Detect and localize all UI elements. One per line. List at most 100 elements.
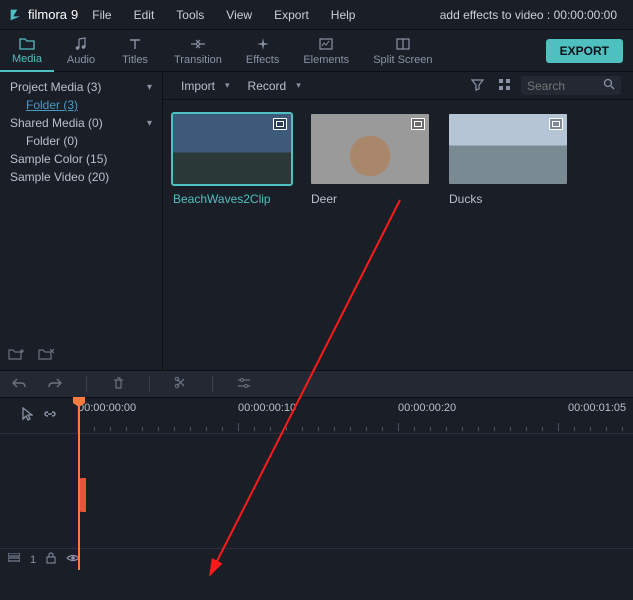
separator: [86, 376, 87, 392]
clip-thumbnail: [173, 114, 291, 184]
main-area: Project Media (3) ▾ Folder (3) Shared Med…: [0, 72, 633, 370]
link-icon[interactable]: [43, 408, 57, 423]
chevron-down-icon: ▾: [225, 80, 230, 91]
timeline-header-left: [0, 398, 78, 433]
media-content: Import ▾ Record ▾ BeachWaves2Clip Deer Ducks: [163, 72, 633, 370]
app-version: 9: [71, 7, 78, 22]
tab-label: Titles: [122, 54, 148, 66]
tool-tabs: Media Audio Titles Transition Effects El…: [0, 30, 633, 72]
chevron-down-icon: ▾: [147, 118, 152, 129]
menu-file[interactable]: File: [84, 4, 119, 26]
sparkle-icon: [255, 36, 271, 52]
media-clip[interactable]: Deer: [311, 114, 429, 206]
clip-name: Ducks: [449, 192, 567, 206]
tree-label: Sample Color (15): [10, 152, 107, 166]
app-logo: filmora 9: [8, 7, 78, 23]
search-icon: [603, 78, 615, 93]
lock-icon[interactable]: [46, 552, 56, 567]
tab-split-screen[interactable]: Split Screen: [361, 30, 444, 72]
track-number: 1: [30, 554, 36, 566]
chevron-down-icon: ▾: [296, 80, 301, 91]
tab-label: Effects: [246, 54, 279, 66]
tab-label: Media: [12, 53, 42, 65]
text-icon: [127, 36, 143, 52]
chevron-down-icon: ▾: [147, 82, 152, 93]
sidebar-folder-link[interactable]: Folder (3): [4, 96, 158, 114]
dd-label: Import: [181, 79, 215, 93]
tab-label: Split Screen: [373, 54, 432, 66]
delete-button[interactable]: [109, 376, 127, 393]
playhead[interactable]: [78, 398, 80, 570]
menu-bar: filmora 9 File Edit Tools View Export Hel…: [0, 0, 633, 30]
menu-help[interactable]: Help: [323, 4, 364, 26]
elements-icon: [318, 36, 334, 52]
music-note-icon: [73, 36, 89, 52]
timeline-footer: 1: [0, 548, 633, 570]
menu-tools[interactable]: Tools: [168, 4, 212, 26]
delete-folder-icon[interactable]: [38, 347, 54, 364]
sidebar-folder[interactable]: Folder (0): [4, 132, 158, 150]
sidebar-shared-media[interactable]: Shared Media (0) ▾: [4, 114, 158, 132]
redo-button[interactable]: [46, 376, 64, 393]
media-clip[interactable]: BeachWaves2Clip: [173, 114, 291, 206]
tab-effects[interactable]: Effects: [234, 30, 291, 72]
add-to-timeline-icon[interactable]: [549, 118, 563, 130]
window-title: add effects to video : 00:00:00:00: [440, 8, 625, 22]
timeline-header: 00:00:00:0000:00:00:1000:00:00:2000:00:0…: [0, 398, 633, 434]
tab-label: Transition: [174, 54, 222, 66]
sidebar-sample-color[interactable]: Sample Color (15): [4, 150, 158, 168]
timeline: 00:00:00:0000:00:00:1000:00:00:2000:00:0…: [0, 398, 633, 570]
tree-label: Sample Video (20): [10, 170, 109, 184]
grid-view-icon[interactable]: [494, 78, 515, 94]
clip-name: BeachWaves2Clip: [173, 192, 291, 206]
menu-view[interactable]: View: [218, 4, 260, 26]
import-dropdown[interactable]: Import ▾: [175, 79, 236, 93]
track-manager-icon[interactable]: [8, 553, 20, 566]
timeline-toolbar: [0, 370, 633, 398]
add-to-timeline-icon[interactable]: [273, 118, 287, 130]
split-button[interactable]: [172, 376, 190, 393]
tab-media[interactable]: Media: [0, 30, 54, 72]
sidebar-footer: [8, 347, 54, 364]
separator: [212, 376, 213, 392]
app-name: filmora: [28, 7, 67, 22]
separator: [149, 376, 150, 392]
menu-export[interactable]: Export: [266, 4, 317, 26]
ruler-timestamp: 00:00:00:20: [398, 402, 456, 414]
search-input[interactable]: [527, 79, 597, 93]
tree-label: Folder (3): [26, 98, 78, 112]
media-clip[interactable]: Ducks: [449, 114, 567, 206]
content-toolbar: Import ▾ Record ▾: [163, 72, 633, 100]
split-screen-icon: [395, 36, 411, 52]
timeline-ruler[interactable]: 00:00:00:0000:00:00:1000:00:00:2000:00:0…: [78, 398, 633, 433]
media-sidebar: Project Media (3) ▾ Folder (3) Shared Med…: [0, 72, 163, 370]
cursor-icon[interactable]: [21, 407, 33, 424]
sidebar-sample-video[interactable]: Sample Video (20): [4, 168, 158, 186]
filmora-logo-icon: [8, 7, 24, 23]
new-folder-icon[interactable]: [8, 347, 24, 364]
tab-transition[interactable]: Transition: [162, 30, 234, 72]
clip-grid: BeachWaves2Clip Deer Ducks: [163, 100, 633, 220]
settings-button[interactable]: [235, 377, 253, 392]
sidebar-project-media[interactable]: Project Media (3) ▾: [4, 78, 158, 96]
clip-name: Deer: [311, 192, 429, 206]
tab-label: Audio: [67, 54, 95, 66]
menu-edit[interactable]: Edit: [126, 4, 163, 26]
tab-elements[interactable]: Elements: [291, 30, 361, 72]
tree-label: Project Media (3): [10, 80, 101, 94]
undo-button[interactable]: [10, 376, 28, 393]
tab-titles[interactable]: Titles: [108, 30, 162, 72]
timeline-tracks[interactable]: [0, 434, 633, 548]
export-button[interactable]: EXPORT: [546, 39, 623, 63]
filter-icon[interactable]: [467, 78, 488, 94]
tree-label: Folder (0): [26, 134, 78, 148]
record-dropdown[interactable]: Record ▾: [242, 79, 307, 93]
tree-label: Shared Media (0): [10, 116, 103, 130]
tab-audio[interactable]: Audio: [54, 30, 108, 72]
dd-label: Record: [248, 79, 287, 93]
search-box[interactable]: [521, 76, 621, 95]
add-to-timeline-icon[interactable]: [411, 118, 425, 130]
tab-label: Elements: [303, 54, 349, 66]
clip-thumbnail: [449, 114, 567, 184]
folder-icon: [19, 35, 35, 51]
